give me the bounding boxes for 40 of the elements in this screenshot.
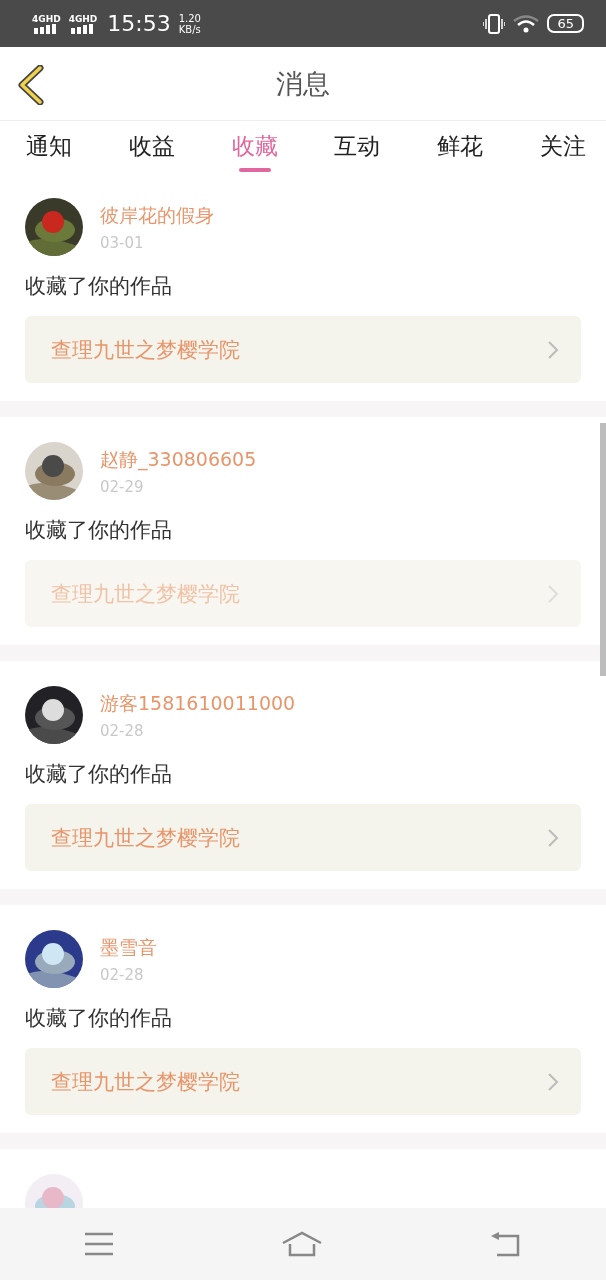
tab[interactable]: 收藏 xyxy=(219,121,290,173)
message-text: 收藏了你的作品 xyxy=(25,761,173,788)
work-title: 查理九世之梦樱学院 xyxy=(51,824,240,852)
battery-level: 65 xyxy=(547,14,584,33)
work-link[interactable]: 查理九世之梦樱学院 xyxy=(25,316,581,383)
signal-icon xyxy=(34,23,59,34)
work-title: 查理九世之梦樱学院 xyxy=(51,1068,240,1096)
network-label: 4GHD xyxy=(68,13,98,24)
menu-icon[interactable] xyxy=(83,1232,114,1256)
user-name[interactable]: 彼岸花的假身 xyxy=(100,202,214,229)
user-name[interactable]: 游客1581610011000 xyxy=(100,690,296,717)
user-name[interactable]: 赵静_330806605 xyxy=(100,446,257,473)
work-link[interactable]: 查理九世之梦樱学院 xyxy=(25,804,581,871)
chevron-right-icon xyxy=(547,583,559,604)
signal-icon xyxy=(71,23,95,34)
chevron-right-icon xyxy=(547,827,559,848)
chevron-right-icon xyxy=(547,339,559,360)
tab[interactable]: 收益 xyxy=(116,121,187,173)
speed-unit: KB/s xyxy=(178,23,201,35)
back-icon[interactable] xyxy=(16,65,46,105)
tab[interactable]: 互动 xyxy=(322,121,393,173)
clock: 15:53 xyxy=(107,11,171,36)
message-text: 收藏了你的作品 xyxy=(25,273,173,300)
speed-value: 1.20 xyxy=(178,12,201,24)
message-text: 收藏了你的作品 xyxy=(25,1005,173,1032)
page-title: 消息 xyxy=(276,66,330,101)
work-link[interactable]: 查理九世之梦樱学院 xyxy=(25,560,581,627)
wifi-icon xyxy=(513,14,540,33)
tab[interactable]: 关注 xyxy=(528,121,598,173)
chevron-right-icon xyxy=(547,1071,559,1092)
tab[interactable]: 通知 xyxy=(14,121,84,173)
tab[interactable]: 鲜花 xyxy=(425,121,496,173)
message-text: 收藏了你的作品 xyxy=(25,517,173,544)
vibrate-icon xyxy=(483,13,506,34)
home-icon[interactable] xyxy=(281,1231,323,1257)
work-title: 查理九世之梦樱学院 xyxy=(51,580,240,608)
network-label: 4GHD xyxy=(32,13,61,24)
user-name[interactable]: 墨雪音 xyxy=(100,934,157,961)
work-link[interactable]: 查理九世之梦樱学院 xyxy=(25,1048,581,1115)
work-title: 查理九世之梦樱学院 xyxy=(51,336,240,364)
